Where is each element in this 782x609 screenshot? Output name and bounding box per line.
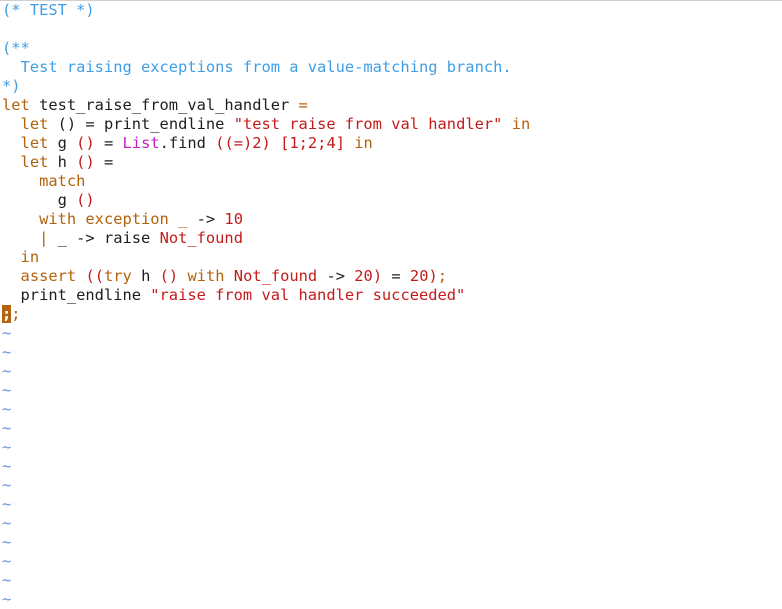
- code-line[interactable]: assert ((try h () with Not_found -> 20) …: [2, 267, 782, 286]
- empty-line-marker: ~: [2, 457, 12, 475]
- empty-line-marker: ~: [2, 514, 12, 532]
- code-token: let: [20, 134, 49, 152]
- empty-line-marker: ~: [2, 324, 12, 342]
- code-token: h: [48, 153, 77, 171]
- code-line[interactable]: let () = print_endline "test raise from …: [2, 115, 782, 134]
- code-token: (* TEST *): [2, 1, 95, 19]
- code-token: ->: [187, 210, 225, 228]
- code-token: ): [428, 267, 438, 285]
- code-token: *): [2, 77, 21, 95]
- code-token: ): [372, 267, 383, 285]
- code-token: match: [39, 172, 86, 190]
- code-token: g: [2, 191, 77, 209]
- text-cursor: ;: [2, 305, 12, 323]
- code-token: Not_found: [159, 229, 243, 247]
- code-token: with: [187, 267, 225, 285]
- code-line[interactable]: let test_raise_from_val_handler =: [2, 96, 782, 115]
- code-line[interactable]: *): [2, 77, 782, 96]
- code-token: (): [76, 134, 95, 152]
- code-line[interactable]: (**: [2, 39, 782, 58]
- code-token: =: [94, 134, 123, 152]
- code-line[interactable]: match: [2, 172, 782, 191]
- code-line[interactable]: | _ -> raise Not_found: [2, 229, 782, 248]
- code-line[interactable]: print_endline "raise from val handler su…: [2, 286, 782, 305]
- code-line[interactable]: [2, 20, 782, 39]
- empty-line-marker: ~: [2, 400, 12, 418]
- code-token: Not_found: [233, 267, 318, 285]
- code-token: print_endline: [2, 286, 151, 304]
- empty-line-marker: ~: [2, 590, 12, 608]
- code-line[interactable]: with exception _ -> 10: [2, 210, 782, 229]
- empty-line-marker: ~: [2, 571, 12, 589]
- code-token: in: [20, 248, 40, 266]
- code-token: in: [354, 134, 373, 152]
- code-token: ->: [317, 267, 355, 285]
- code-line[interactable]: g (): [2, 191, 782, 210]
- code-token: 20: [354, 267, 373, 285]
- code-token: in: [511, 115, 531, 133]
- code-token: =: [298, 96, 308, 114]
- empty-line-marker: ~: [2, 343, 12, 361]
- code-line[interactable]: ;;: [2, 305, 782, 324]
- code-token: let: [20, 115, 49, 133]
- code-line[interactable]: let g () = List.find ((=)2) [1;2;4] in: [2, 134, 782, 153]
- code-token: _ -> raise: [48, 229, 160, 247]
- empty-line-marker: ~: [2, 476, 12, 494]
- code-token: "raise from val handler succeeded": [150, 286, 466, 304]
- code-token: ((=)2): [215, 134, 271, 152]
- code-line[interactable]: (* TEST *): [2, 1, 782, 20]
- code-token: =: [382, 267, 410, 285]
- empty-line-marker: ~: [2, 419, 12, 437]
- code-token: let: [2, 96, 30, 114]
- code-token: (**: [2, 39, 30, 57]
- empty-line-marker: ~: [2, 381, 12, 399]
- code-token: .find: [159, 134, 216, 152]
- code-token: =: [94, 153, 114, 171]
- empty-line-marker: ~: [2, 362, 12, 380]
- code-line[interactable]: Test raising exceptions from a value-mat…: [2, 58, 782, 77]
- code-token: try: [103, 267, 132, 285]
- code-token: (): [76, 153, 95, 171]
- code-token: |: [39, 229, 49, 247]
- code-token: ;: [11, 305, 21, 323]
- code-token: () = print_endline: [48, 115, 234, 133]
- code-token: ((: [85, 267, 104, 285]
- code-token: g: [48, 134, 77, 152]
- code-token: "test raise from val handler": [233, 115, 503, 133]
- empty-line-marker: ~: [2, 552, 12, 570]
- code-line[interactable]: in: [2, 248, 782, 267]
- code-token: let: [20, 153, 49, 171]
- empty-line-marker: ~: [2, 438, 12, 456]
- code-token: Test raising exceptions from a value-mat…: [2, 58, 512, 76]
- code-token: with exception _: [39, 210, 188, 228]
- empty-line-marker: ~: [2, 495, 12, 513]
- code-token: 10: [224, 210, 243, 228]
- code-editor[interactable]: (* TEST *) (** Test raising exceptions fr…: [0, 0, 782, 608]
- code-token: [1;2;4]: [280, 134, 345, 152]
- code-line[interactable]: let h () =: [2, 153, 782, 172]
- code-token: ;: [437, 267, 448, 285]
- code-token: 20: [409, 267, 429, 285]
- empty-line-marker: ~: [2, 533, 12, 551]
- code-token: assert: [20, 267, 77, 285]
- code-token: (): [159, 267, 179, 285]
- code-token: List: [122, 134, 160, 152]
- code-token: h: [131, 267, 160, 285]
- code-token: (): [76, 191, 95, 209]
- code-token: test_raise_from_val_handler: [29, 96, 299, 114]
